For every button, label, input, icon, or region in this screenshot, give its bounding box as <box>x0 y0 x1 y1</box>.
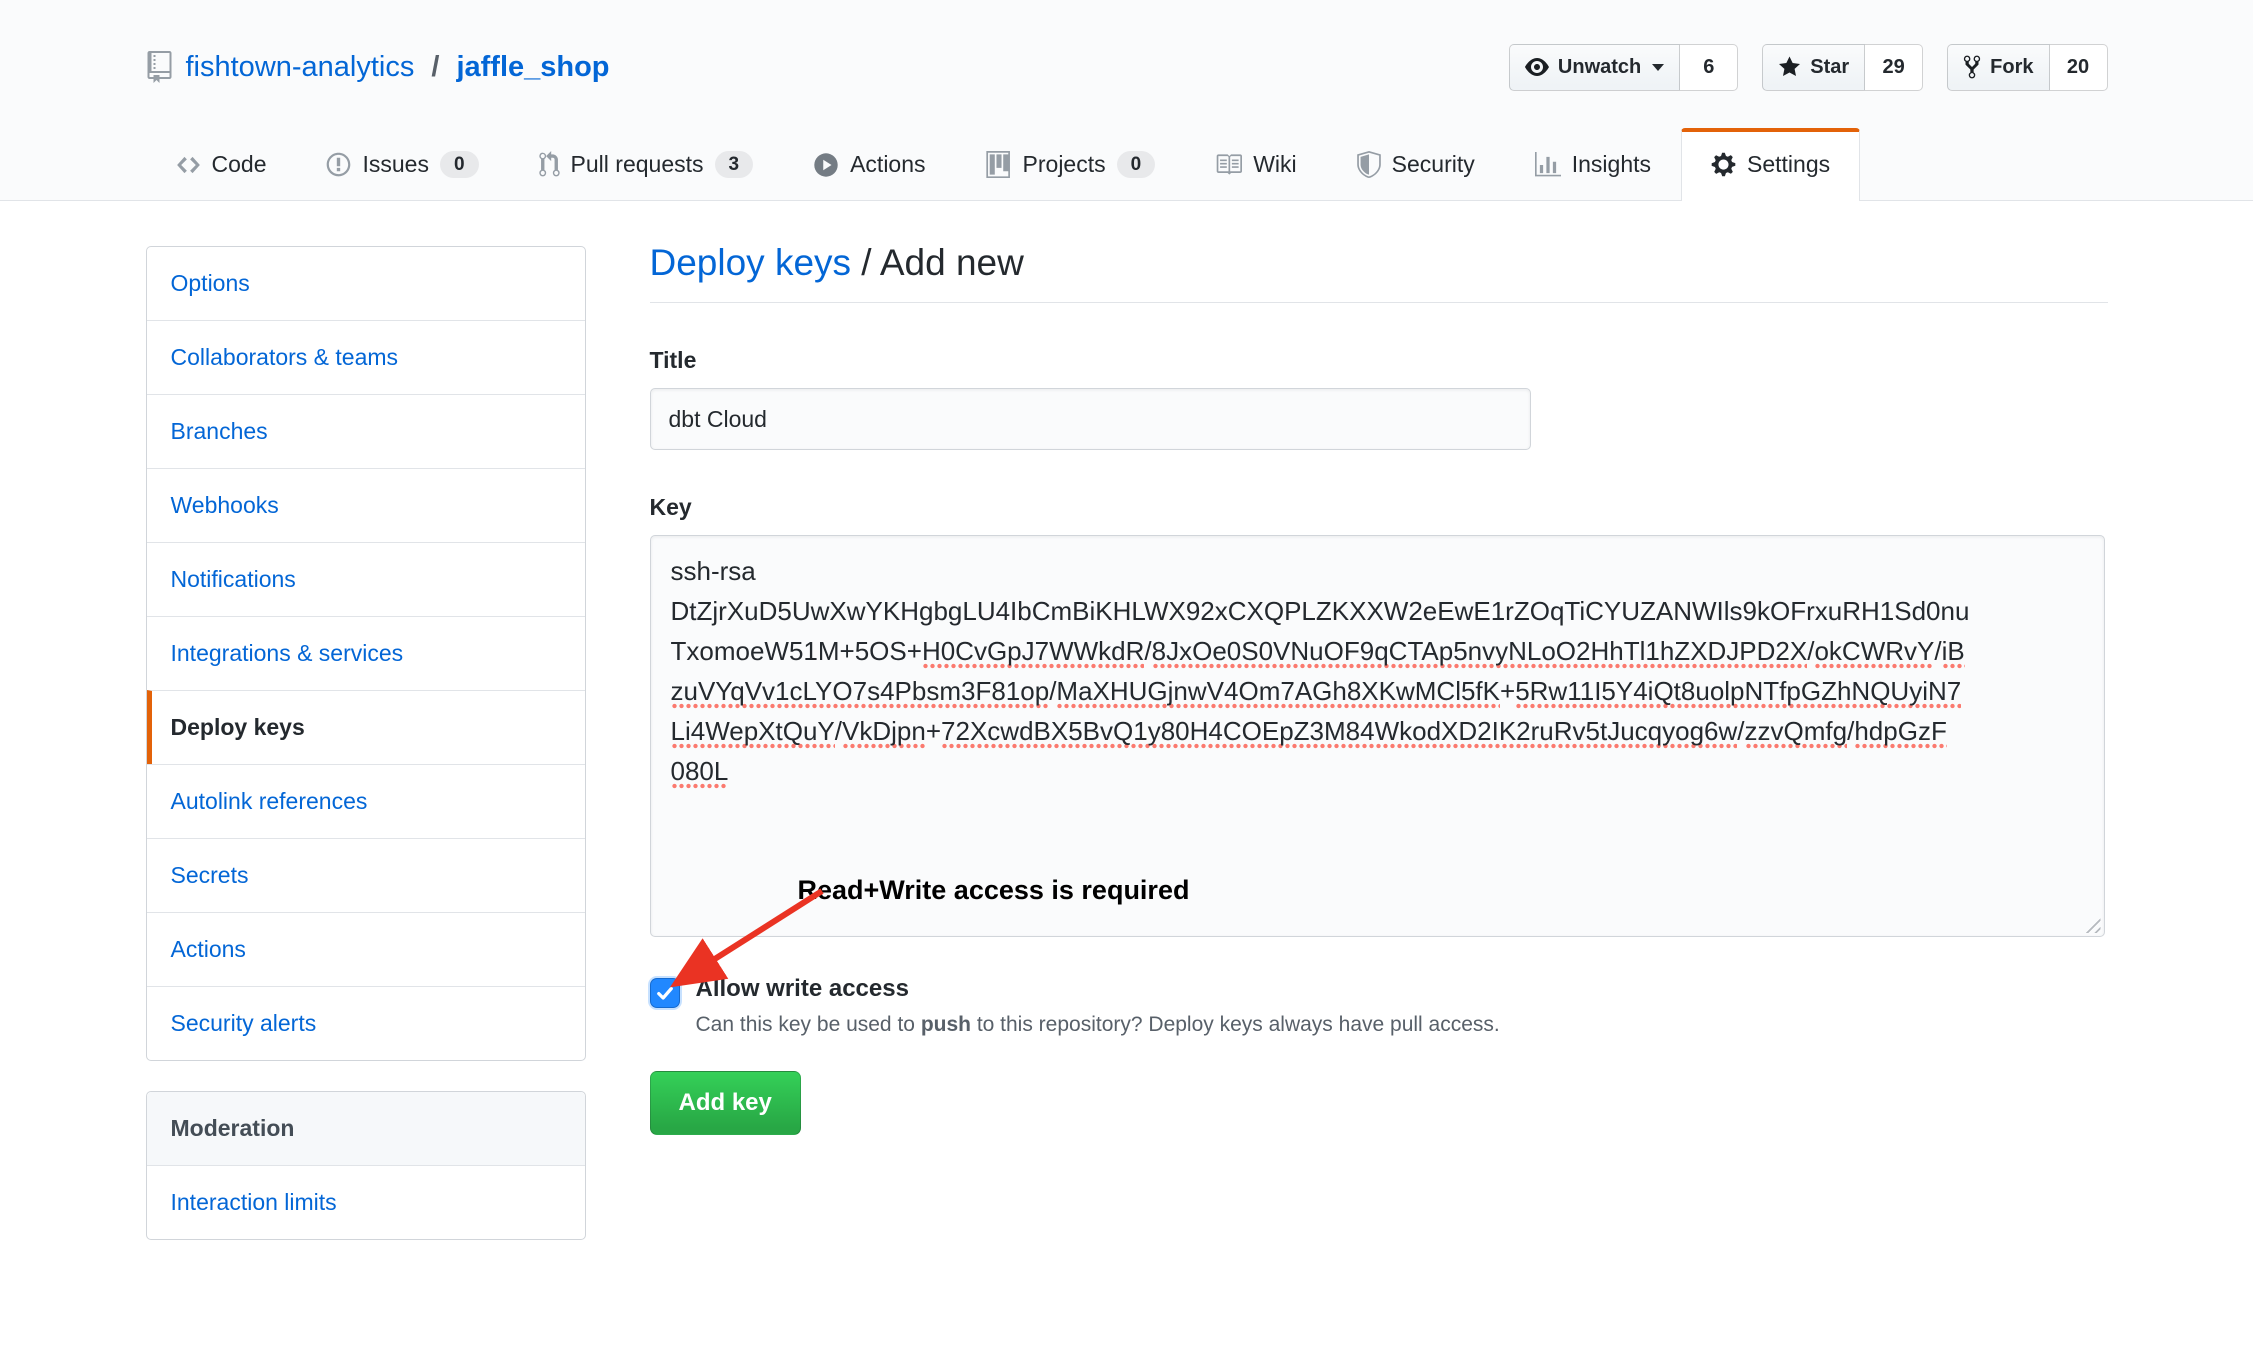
code-icon <box>176 152 201 178</box>
key-text-line: 080L <box>671 751 2084 791</box>
allow-write-label[interactable]: Allow write access <box>696 975 1500 1003</box>
git-pull-request-icon <box>539 151 560 178</box>
star-icon <box>1778 55 1801 79</box>
deploy-keys-breadcrumb-link[interactable]: Deploy keys <box>650 242 852 283</box>
key-label: Key <box>650 494 2108 521</box>
book-icon <box>1215 151 1242 178</box>
sidebar-item-actions[interactable]: Actions <box>147 912 585 986</box>
watchers-count[interactable]: 6 <box>1680 44 1738 91</box>
tab-label: Security <box>1392 151 1475 178</box>
key-field-wrapper: ssh-rsaDtZjrXuD5UwXwYKHgbgLU4IbCmBiKHLWX… <box>650 535 2105 937</box>
sidebar-item-options[interactable]: Options <box>147 247 585 320</box>
breadcrumb-separator: / <box>851 242 880 283</box>
tab-pull-requests[interactable]: Pull requests 3 <box>509 128 784 200</box>
repo-owner-link[interactable]: fishtown-analytics <box>186 51 415 84</box>
shield-icon <box>1357 151 1381 178</box>
caret-down-icon <box>1652 64 1664 71</box>
tab-counter: 0 <box>1117 151 1156 178</box>
unwatch-label: Unwatch <box>1558 56 1641 79</box>
allow-write-row: Allow write access Can this key be used … <box>650 975 2108 1037</box>
settings-sidebar: OptionsCollaborators & teamsBranchesWebh… <box>146 246 586 1240</box>
title-label: Title <box>650 347 2108 374</box>
textarea-resize-handle[interactable] <box>2082 914 2101 933</box>
repo-page-header: fishtown-analytics / jaffle_shop Unwatch… <box>0 0 2253 201</box>
star-button[interactable]: Star <box>1762 44 1865 91</box>
stargazers-count[interactable]: 29 <box>1865 44 1923 91</box>
key-text-line: zuVYqVv1cLYO7s4Pbsm3F81op/MaXHUGjnwV4Om7… <box>671 671 2084 711</box>
sidebar-item-deploy-keys[interactable]: Deploy keys <box>147 690 585 764</box>
gear-icon <box>1711 151 1736 178</box>
repo-name-link[interactable]: jaffle_shop <box>456 51 609 84</box>
sidebar-item-branches[interactable]: Branches <box>147 394 585 468</box>
tab-actions[interactable]: Actions <box>783 128 955 200</box>
key-text-line: TxomoeW51M+5OS+H0CvGpJ7WWkdR/8JxOe0S0VNu… <box>671 631 2084 671</box>
forks-count[interactable]: 20 <box>2050 44 2108 91</box>
tab-code[interactable]: Code <box>146 128 297 200</box>
tab-label: Actions <box>850 151 925 178</box>
sidebar-item-interaction-limits[interactable]: Interaction limits <box>147 1165 585 1239</box>
tab-wiki[interactable]: Wiki <box>1185 128 1326 200</box>
tab-label: Code <box>212 151 267 178</box>
title-input[interactable] <box>650 388 1531 450</box>
sidebar-item-webhooks[interactable]: Webhooks <box>147 468 585 542</box>
tab-label: Settings <box>1747 151 1830 178</box>
tab-issues[interactable]: Issues 0 <box>296 128 508 200</box>
sidebar-item-security-alerts[interactable]: Security alerts <box>147 986 585 1060</box>
deploy-key-form: Deploy keys / Add new Title Key ssh-rsaD… <box>650 246 2108 1240</box>
repo-actions: Unwatch 6 Star 29 <box>1509 44 2108 91</box>
sidebar-item-secrets[interactable]: Secrets <box>147 838 585 912</box>
tab-settings[interactable]: Settings <box>1681 128 1860 201</box>
repo-breadcrumb: fishtown-analytics / jaffle_shop <box>146 51 610 84</box>
tab-counter: 3 <box>715 151 754 178</box>
key-text: ssh-rsaDtZjrXuD5UwXwYKHgbgLU4IbCmBiKHLWX… <box>671 551 2084 791</box>
allow-write-help: Can this key be used to push to this rep… <box>696 1013 1500 1037</box>
star-button-group: Star 29 <box>1762 44 1923 91</box>
sidebar-item-collaborators-teams[interactable]: Collaborators & teams <box>147 320 585 394</box>
settings-menu: OptionsCollaborators & teamsBranchesWebh… <box>146 246 586 1061</box>
tab-label: Wiki <box>1253 151 1296 178</box>
sidebar-item-autolink-references[interactable]: Autolink references <box>147 764 585 838</box>
project-board-icon <box>986 151 1012 178</box>
repo-book-icon <box>146 51 173 83</box>
play-circle-icon <box>813 152 839 178</box>
repo-forked-icon <box>1963 54 1981 80</box>
page-title: Deploy keys / Add new <box>650 242 2108 303</box>
repo-separator: / <box>431 51 439 84</box>
eye-icon <box>1525 55 1549 79</box>
sidebar-item-notifications[interactable]: Notifications <box>147 542 585 616</box>
moderation-header: Moderation <box>147 1092 585 1165</box>
tab-label: Projects <box>1023 151 1106 178</box>
key-text-line: ssh-rsa <box>671 551 2084 591</box>
moderation-menu: Moderation Interaction limits <box>146 1091 586 1240</box>
sidebar-item-integrations-services[interactable]: Integrations & services <box>147 616 585 690</box>
watch-button-group: Unwatch 6 <box>1509 44 1738 91</box>
key-text-line: DtZjrXuD5UwXwYKHgbgLU4IbCmBiKHLWX92xCXQP… <box>671 591 2084 631</box>
fork-button[interactable]: Fork <box>1947 44 2049 91</box>
tab-security[interactable]: Security <box>1327 128 1505 200</box>
breadcrumb-current: Add new <box>880 242 1024 283</box>
annotation-text: Read+Write access is required <box>798 875 1190 906</box>
tab-counter: 0 <box>440 151 479 178</box>
tab-label: Insights <box>1572 151 1651 178</box>
star-label: Star <box>1810 56 1849 79</box>
check-icon <box>655 983 675 1003</box>
add-key-button[interactable]: Add key <box>650 1071 801 1135</box>
tab-label: Issues <box>362 151 428 178</box>
tab-projects[interactable]: Projects 0 <box>956 128 1186 200</box>
fork-label: Fork <box>1990 56 2033 79</box>
issue-opened-icon <box>326 151 351 178</box>
fork-button-group: Fork 20 <box>1947 44 2107 91</box>
graph-icon <box>1535 152 1561 178</box>
tab-insights[interactable]: Insights <box>1505 128 1681 200</box>
unwatch-button[interactable]: Unwatch <box>1509 44 1680 91</box>
repo-tab-bar: Code Issues 0 Pull requests 3 Actions Projects… <box>146 128 2108 200</box>
allow-write-checkbox[interactable] <box>650 978 680 1008</box>
tab-label: Pull requests <box>571 151 704 178</box>
key-text-line: Li4WepXtQuY/VkDjpn+72XcwdBX5BvQ1y80H4COE… <box>671 711 2084 751</box>
